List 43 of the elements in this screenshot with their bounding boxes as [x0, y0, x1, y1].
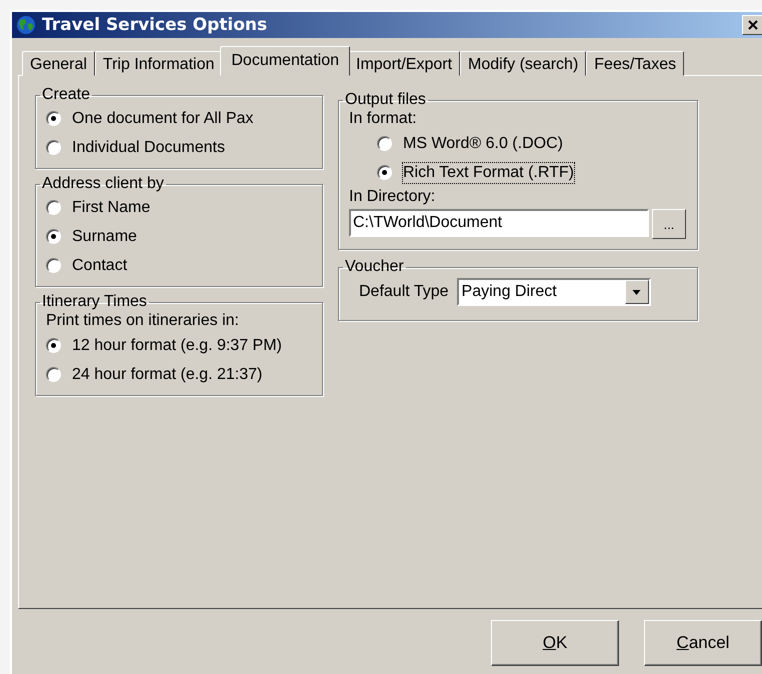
radio-button[interactable]: [377, 165, 392, 180]
group-title: Output files: [344, 91, 427, 109]
close-icon: [747, 19, 759, 31]
radio-button[interactable]: [46, 367, 61, 382]
group-title: Voucher: [344, 258, 405, 276]
format-label: In format:: [349, 109, 418, 129]
radio-label[interactable]: MS Word® 6.0 (.DOC): [403, 134, 563, 154]
radio-label[interactable]: Individual Documents: [72, 138, 225, 158]
radio-button[interactable]: [46, 258, 61, 273]
tab[interactable]: Import/Export: [348, 51, 460, 76]
radio-button[interactable]: [46, 200, 61, 215]
directory-field[interactable]: C:\TWorld\Document: [349, 209, 649, 237]
default-type-label: Default Type: [359, 282, 449, 302]
radio-button[interactable]: [46, 140, 61, 155]
browse-button[interactable]: ...: [652, 209, 686, 239]
radio-label[interactable]: Surname: [72, 226, 137, 246]
window-title: Travel Services Options: [42, 15, 268, 35]
tab[interactable]: Fees/Taxes: [586, 51, 684, 76]
directory-label: In Directory:: [349, 187, 436, 207]
tab[interactable]: Modify (search): [460, 51, 586, 76]
tab[interactable]: Trip Information: [94, 51, 222, 76]
radio-button[interactable]: [46, 111, 61, 126]
radio-button[interactable]: [377, 136, 392, 151]
tab[interactable]: General: [22, 51, 95, 76]
radio-label[interactable]: First Name: [72, 198, 150, 218]
radio-button[interactable]: [46, 338, 61, 353]
group-title: Create: [41, 86, 92, 104]
radio-label[interactable]: Contact: [72, 256, 128, 276]
radio-label[interactable]: 24 hour format (e.g. 21:37): [72, 364, 262, 384]
radio-label[interactable]: 12 hour format (e.g. 9:37 PM): [72, 336, 282, 356]
dropdown-arrow-icon: [632, 290, 642, 294]
radio-button[interactable]: [46, 229, 61, 244]
ok-button[interactable]: OK: [491, 620, 619, 666]
close-button[interactable]: [742, 15, 762, 35]
cancel-button[interactable]: Cancel: [644, 620, 762, 666]
group-title: Address client by: [41, 175, 165, 193]
tab[interactable]: Documentation: [220, 46, 350, 76]
radio-label[interactable]: Rich Text Format (.RTF): [403, 162, 574, 182]
default-type-dropdown[interactable]: Paying Direct: [456, 278, 651, 306]
group-title: Itinerary Times: [41, 293, 148, 311]
globe-icon: [16, 15, 36, 35]
prompt-label: Print times on itineraries in:: [46, 311, 240, 331]
radio-label[interactable]: One document for All Pax: [72, 108, 254, 128]
